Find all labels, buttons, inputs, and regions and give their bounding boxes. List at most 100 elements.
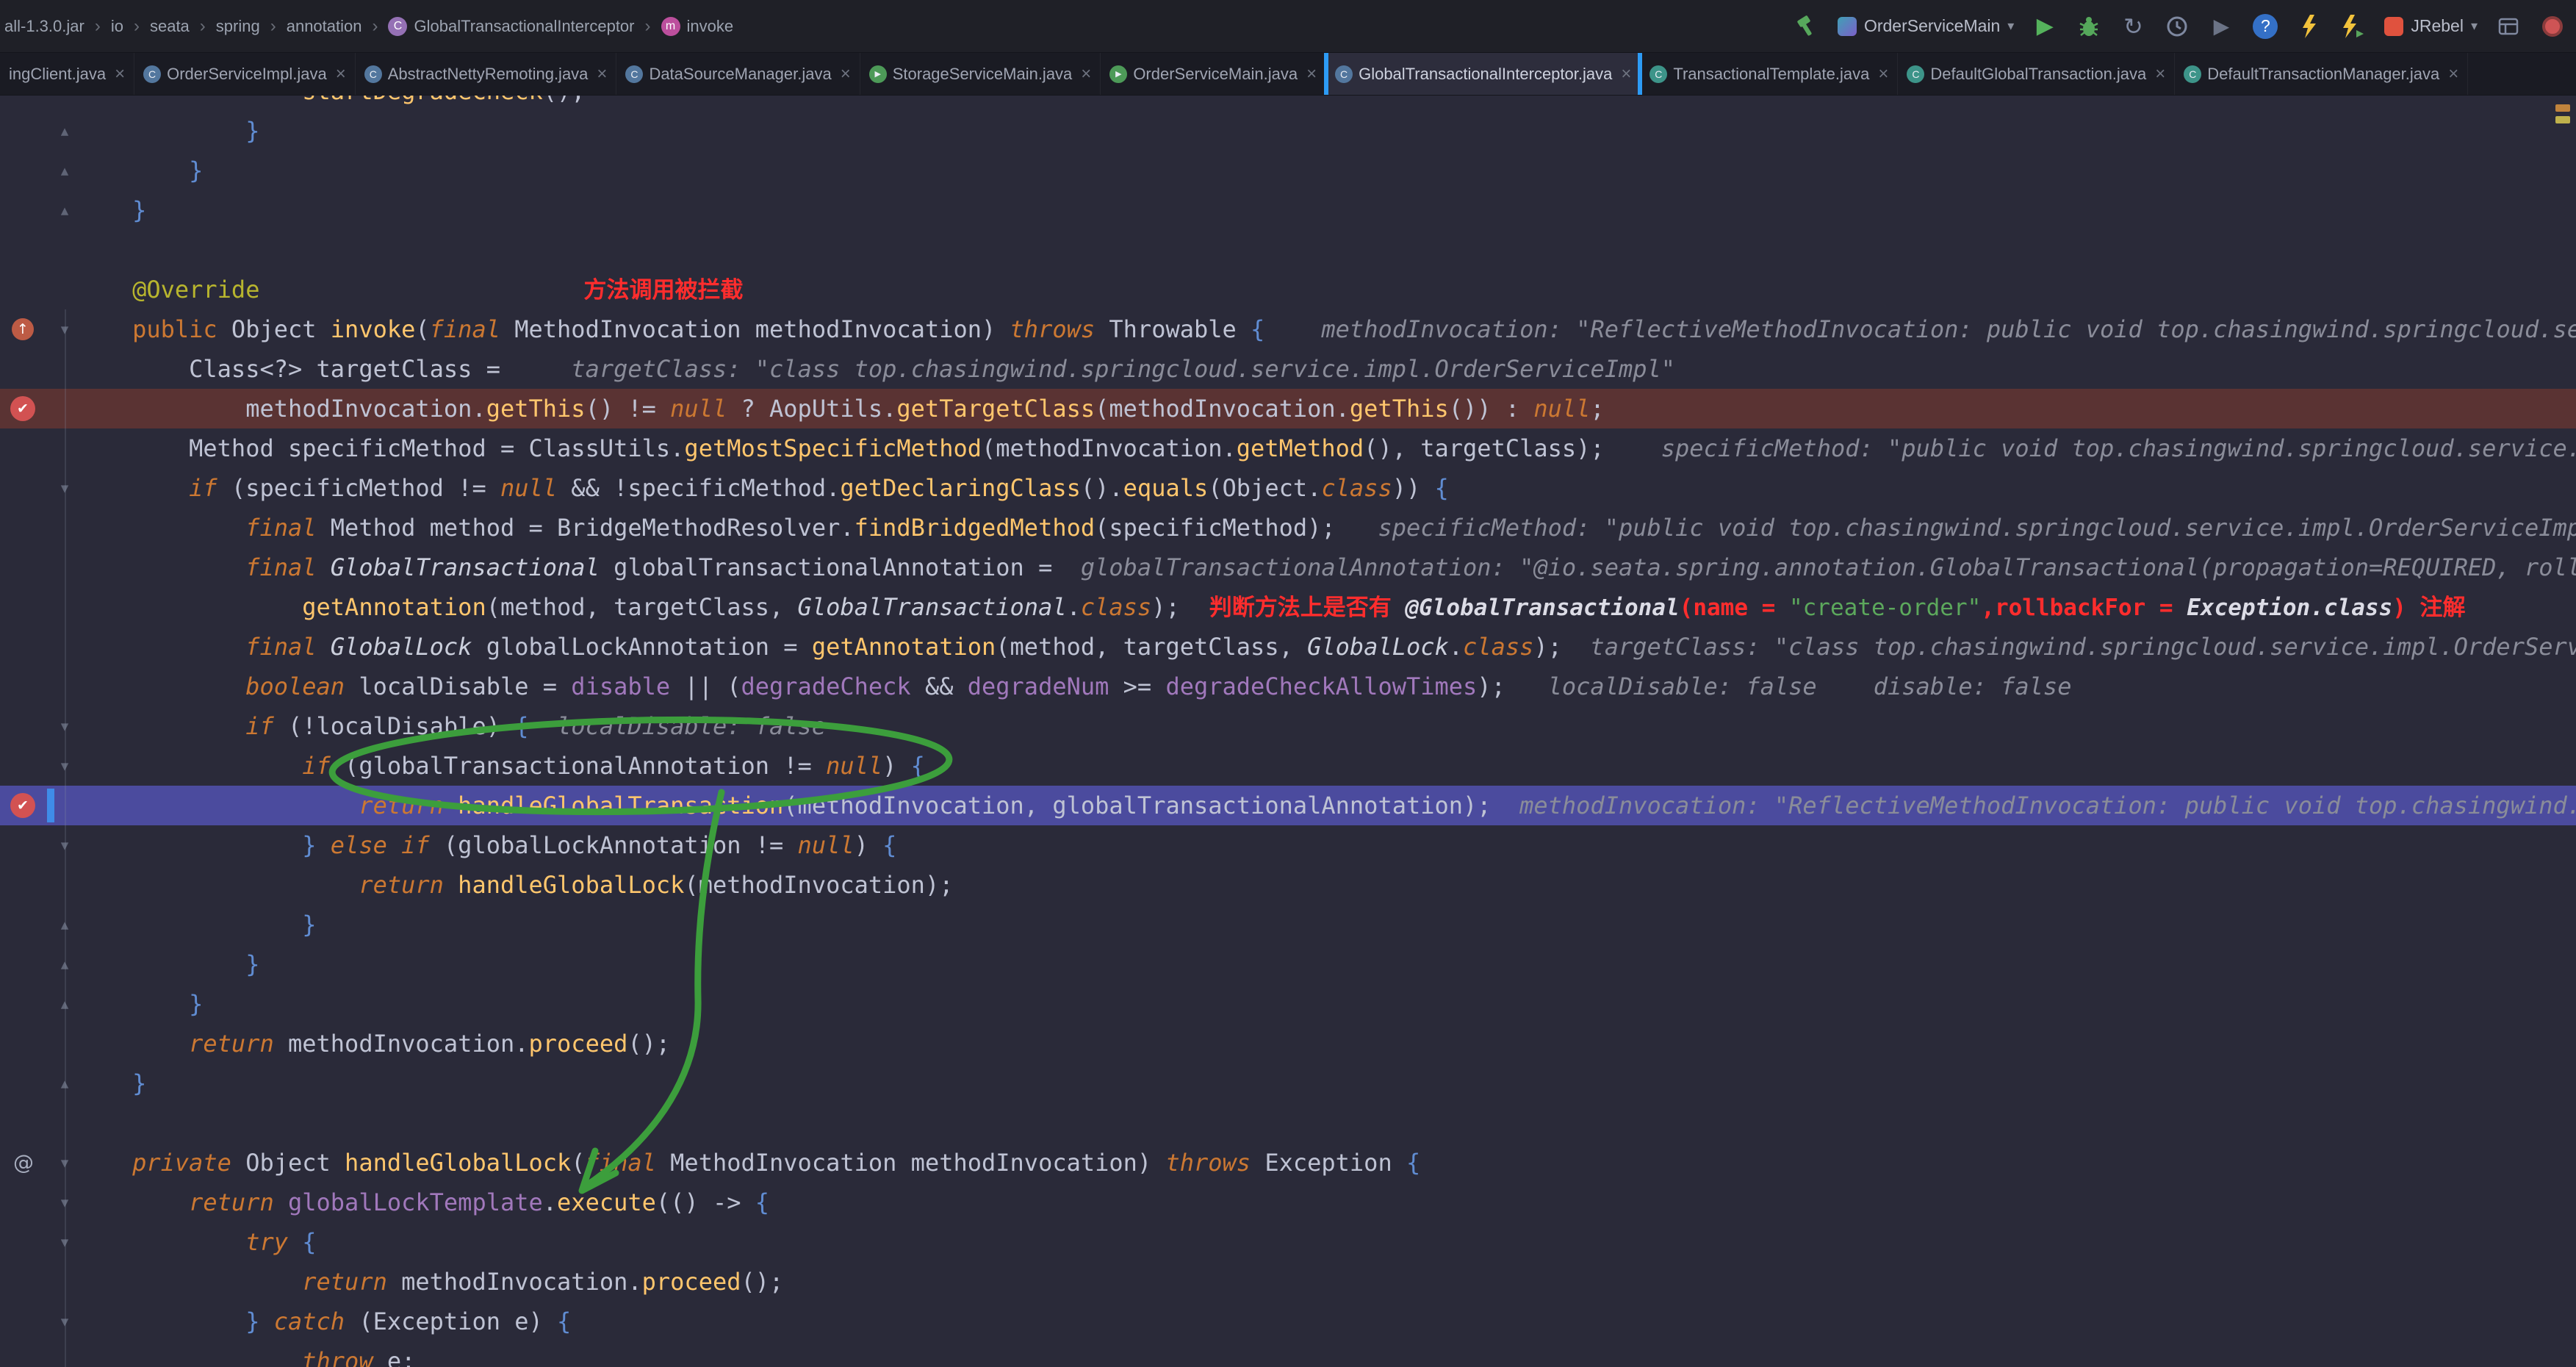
indent (76, 1347, 302, 1367)
help-button[interactable]: ? (2252, 12, 2278, 41)
inspection-marker[interactable] (2555, 104, 2570, 112)
editor-tab[interactable]: CAbstractNettyRemoting.java× (356, 53, 617, 95)
code-line: ▾ } else if (globalLockAnnotation != nul… (0, 825, 2576, 865)
code-token: Object (245, 1149, 345, 1177)
code-token: Object (231, 315, 331, 343)
run-secondary-button[interactable]: ▶ (2208, 12, 2234, 41)
override-method-icon[interactable]: ↑ (12, 318, 34, 340)
code-token: null (798, 831, 855, 859)
fold-marker-icon[interactable]: ▴ (55, 151, 74, 190)
note-segment: Exception.class (2187, 595, 2392, 621)
breakpoint-icon[interactable]: ✔ (10, 396, 35, 421)
close-icon[interactable]: × (2155, 64, 2165, 85)
code-token: getAnnotation (302, 593, 486, 621)
jrebel-selector[interactable]: JRebel ▾ (2384, 16, 2478, 36)
fold-marker-icon[interactable]: ▴ (55, 111, 74, 151)
code-text: methodInvocation.getThis() != null ? Aop… (76, 389, 2576, 428)
note-segment: 方法调用被拦截 (583, 277, 743, 304)
code-token: (methodInvocation); (684, 871, 953, 899)
breadcrumb-item[interactable]: minvoke (661, 17, 734, 36)
close-icon[interactable]: × (2448, 64, 2458, 85)
indent (76, 712, 245, 740)
code-token: final (245, 553, 331, 581)
breadcrumb-item[interactable]: seata (150, 17, 190, 36)
code-token: } (189, 157, 203, 184)
editor-tab[interactable]: CGlobalTransactionalInterceptor.java× (1326, 53, 1641, 95)
profiler-clock-button[interactable] (2164, 12, 2190, 41)
code-token: } (132, 1069, 146, 1097)
layout-windows-button[interactable] (2495, 12, 2522, 41)
code-token: handleGlobalTransaction (458, 792, 783, 819)
fold-marker-icon[interactable]: ▴ (55, 190, 74, 230)
breadcrumb-label: GlobalTransactionalInterceptor (414, 17, 634, 36)
code-token: handleGlobalLock (345, 1149, 571, 1177)
indent (76, 672, 245, 700)
code-token: throw (302, 1347, 387, 1367)
code-line: ▴ } (0, 905, 2576, 944)
indent (76, 990, 189, 1018)
editor-tab[interactable]: CDefaultTransactionManager.java× (2175, 53, 2468, 95)
code-token: GlobalTransactional (331, 553, 614, 581)
code-token: e; (387, 1347, 416, 1367)
inspection-marker[interactable] (2555, 116, 2570, 123)
file-type-icon: C (1335, 65, 1353, 83)
editor-tab[interactable]: CDefaultGlobalTransaction.java× (1898, 53, 2175, 95)
editor-tab[interactable]: ▶OrderServiceMain.java× (1101, 53, 1326, 95)
file-type-icon: C (625, 65, 643, 83)
code-token: getThis (1350, 395, 1449, 423)
indent (76, 950, 245, 978)
code-token: (Object. (1208, 474, 1321, 502)
editor-pane[interactable]: startDegradeCheck();▴ }▴ }▴ } @Override方… (0, 96, 2576, 1367)
debugger-inline-value: globalTransactionalAnnotation: "@io.seat… (1081, 553, 2576, 581)
run-button[interactable]: ▶ (2032, 12, 2058, 41)
breadcrumb-item[interactable]: CGlobalTransactionalInterceptor (388, 17, 634, 36)
code-token: (); (543, 96, 586, 105)
code-token: else if (331, 831, 444, 859)
indent (76, 593, 302, 621)
tab-label: DataSourceManager.java (649, 65, 831, 84)
fold-guide-line (65, 309, 66, 1367)
indent (76, 752, 302, 780)
close-icon[interactable]: × (1878, 64, 1888, 85)
editor-tab[interactable]: ingClient.java× (0, 53, 134, 95)
code-token: final (245, 633, 331, 661)
code-token: Throwable (1109, 315, 1251, 343)
close-icon[interactable]: × (1081, 64, 1091, 85)
code-token: (method, targetClass, (996, 633, 1307, 661)
notifications-button[interactable] (2539, 12, 2566, 41)
debug-bug-button[interactable] (2076, 12, 2102, 41)
note-segment: ,rollbackFor = (1981, 595, 2187, 621)
run-config-selector[interactable]: OrderServiceMain ▾ (1838, 16, 2014, 36)
close-icon[interactable]: × (841, 64, 851, 85)
breadcrumb-item[interactable]: all-1.3.0.jar (4, 17, 84, 36)
code-text: } (76, 190, 2576, 230)
code-text: final GlobalLock globalLockAnnotation = … (76, 627, 2576, 667)
close-icon[interactable]: × (597, 64, 607, 85)
breadcrumb-item[interactable]: annotation (287, 17, 362, 36)
editor-tab[interactable]: C DataSourceManager.java × (616, 53, 860, 95)
breadcrumb-separator-icon: › (134, 16, 140, 37)
code-line: return handleGlobalLock(methodInvocation… (0, 865, 2576, 905)
indent (76, 1307, 245, 1335)
code-token: () != (586, 395, 671, 423)
code-line: @▾ private Object handleGlobalLock(final… (0, 1143, 2576, 1183)
close-icon[interactable]: × (115, 64, 125, 85)
code-token: Method specificMethod = ClassUtils. (189, 434, 684, 462)
jrebel-bolt-icon[interactable] (2296, 12, 2323, 41)
build-hammer-icon[interactable] (1794, 12, 1820, 41)
coverage-restart-button[interactable]: ↻ (2120, 12, 2146, 41)
jrebel-bolt-run-icon[interactable] (2340, 12, 2367, 41)
code-token: >= (1109, 672, 1165, 700)
code-token: GlobalLock (1307, 633, 1449, 661)
editor-tab[interactable]: CTransactionalTemplate.java× (1641, 53, 1898, 95)
close-icon[interactable]: × (336, 64, 346, 85)
close-icon[interactable]: × (1306, 64, 1317, 85)
breakpoint-icon[interactable]: ✔ (10, 793, 35, 818)
editor-tab[interactable]: ▶StorageServiceMain.java× (860, 53, 1101, 95)
close-icon[interactable]: × (1621, 64, 1631, 85)
code-token: getAnnotation (812, 633, 996, 661)
editor-tab[interactable]: COrderServiceImpl.java× (134, 53, 356, 95)
debugger-inline-value: methodInvocation: "ReflectiveMethodInvoc… (1321, 315, 2576, 343)
breadcrumb-item[interactable]: io (111, 17, 123, 36)
breadcrumb-item[interactable]: spring (216, 17, 260, 36)
